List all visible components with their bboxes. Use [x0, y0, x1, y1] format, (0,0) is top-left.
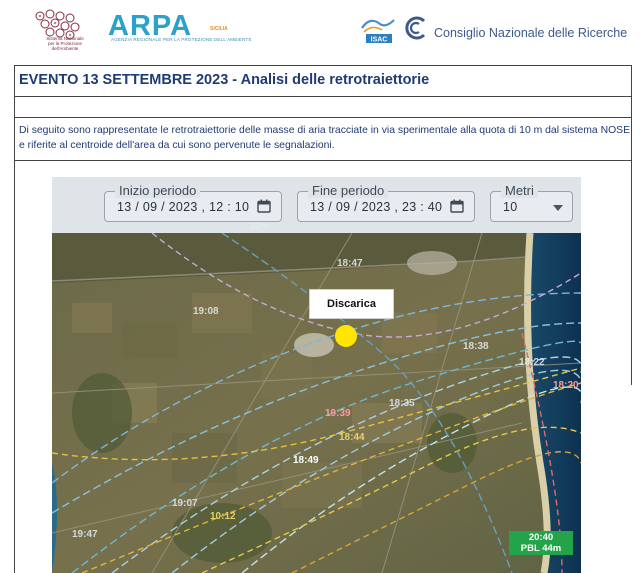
map-time-label: 10m: [249, 221, 270, 232]
map-time-label: 10:12: [210, 511, 236, 522]
map-time-label: 18:22: [519, 357, 545, 368]
arpa-region: SICILIA: [210, 26, 228, 32]
map-time-label: 18:47: [337, 258, 363, 269]
table-rule-intro-bottom: [14, 160, 632, 161]
end-period-label: Fine periodo: [308, 183, 389, 198]
end-period-value[interactable]: 13 / 09 / 2023 , 23 : 40: [310, 200, 442, 214]
map-time-label: 19:07: [172, 498, 198, 509]
map-time-label: 18:49: [293, 455, 319, 466]
pbl-time: 20:40: [528, 532, 554, 543]
isac-logo-icon: ISAC: [361, 19, 395, 44]
satellite-map[interactable]: 10m 18:47 19:08 18:38 18:22 18:20 19:39 …: [52, 221, 581, 573]
event-title: EVENTO 13 SETTEMBRE 2023 - Analisi delle…: [19, 72, 430, 88]
pbl-label: PBL 44m: [520, 543, 562, 554]
cnr-logo-icon: [405, 16, 426, 40]
map-time-label: 18:20: [553, 380, 579, 391]
map-time-label: 18:44: [339, 432, 365, 443]
table-rule-top: [14, 65, 632, 66]
height-value[interactable]: 10: [503, 200, 518, 214]
table-rule-title: [14, 96, 632, 97]
end-period-field[interactable]: Fine periodo 13 / 09 / 2023 , 23 : 40: [297, 183, 475, 222]
start-period-label: Inizio periodo: [115, 183, 201, 198]
start-period-field[interactable]: Inizio periodo 13 / 09 / 2023 , 12 : 10: [104, 183, 282, 222]
map-time-label: 18:35: [389, 398, 415, 409]
table-border-right: [631, 65, 632, 385]
table-border-left: [14, 65, 15, 573]
intro-paragraph: Di seguito sono rappresentate le retrotr…: [19, 125, 631, 151]
isac-logo-text: ISAC: [371, 37, 388, 44]
period-controls: Inizio periodo 13 / 09 / 2023 , 12 : 10 …: [52, 177, 581, 233]
landfill-marker: [335, 325, 357, 347]
snpa-caption: Sistema Nazionale per la Protezione dell…: [46, 36, 84, 51]
height-label: Metri: [501, 183, 538, 198]
map-time-label: 19:08: [193, 306, 219, 317]
table-rule-intro-top: [14, 117, 632, 118]
calendar-icon[interactable]: [450, 199, 464, 213]
caret-down-icon[interactable]: [553, 205, 563, 211]
trajectory-figure: Inizio periodo 13 / 09 / 2023 , 12 : 10 …: [52, 177, 581, 573]
map-time-label: 18:38: [463, 341, 489, 352]
map-canvas: [52, 233, 581, 573]
map-time-label: 19:39: [325, 408, 351, 419]
calendar-icon[interactable]: [257, 199, 271, 213]
start-period-value[interactable]: 13 / 09 / 2023 , 12 : 10: [117, 200, 249, 214]
arpa-tagline: AGENZIA REGIONALE PER LA PROTEZIONE DELL…: [111, 37, 252, 42]
map-time-label: 19:47: [72, 529, 98, 540]
pbl-badge: 20:40 PBL 44m: [509, 531, 573, 555]
height-select[interactable]: Metri 10: [490, 183, 573, 222]
document-page: Sistema Nazionale per la Protezione dell…: [0, 0, 640, 573]
landfill-callout: Discarica: [309, 289, 394, 319]
cnr-name: Consiglio Nazionale delle Ricerche: [434, 26, 628, 40]
